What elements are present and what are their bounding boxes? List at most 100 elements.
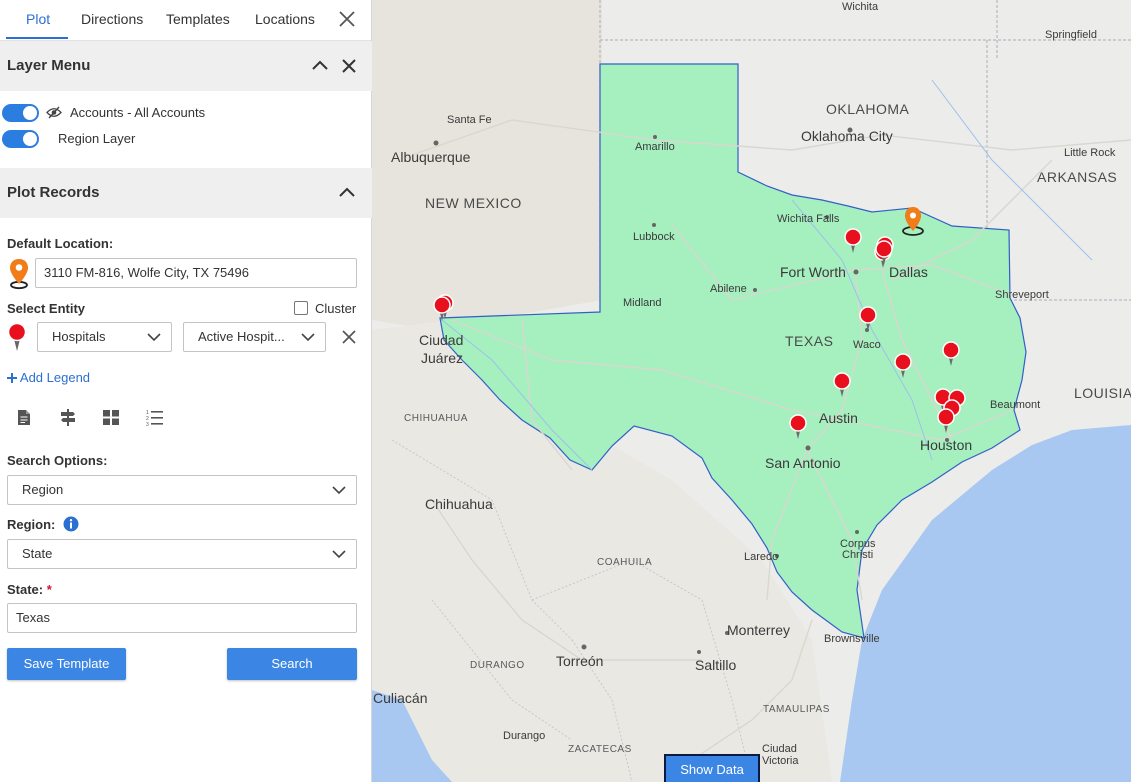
map-label-oklahoma-city: Oklahoma City [801, 128, 893, 144]
map-label-new-mexico: NEW MEXICO [425, 195, 522, 211]
list-icon[interactable]: 1 2 3 [146, 409, 163, 426]
layer-toggle-accounts[interactable] [2, 104, 39, 122]
signpost-icon[interactable] [60, 409, 76, 426]
map-label-christi: Christi [842, 549, 874, 561]
map-label-laredo: Laredo [744, 551, 779, 563]
add-legend-link[interactable]: Add Legend [7, 370, 90, 385]
region-select-value: State [22, 546, 53, 561]
map-label-midland: Midland [623, 297, 662, 309]
entity-select[interactable]: Hospitals [37, 322, 172, 352]
search-options-select[interactable]: Region [7, 475, 357, 505]
map-label-springfield: Springfield [1045, 29, 1097, 41]
map-label-oklahoma: OKLAHOMA [826, 101, 910, 117]
map-label-torreon: Torreón [556, 653, 604, 669]
map-label-culiacan: Culiacán [373, 690, 428, 706]
plot-records-title: Plot Records [7, 184, 100, 201]
chevron-down-icon [301, 333, 315, 342]
map-label-san-antonio: San Antonio [765, 455, 841, 471]
map-label-coahuila: COAHUILA [597, 557, 653, 568]
map-label-waco: Waco [853, 339, 881, 351]
map-label-beaumont: Beaumont [990, 399, 1041, 411]
required-mark: * [46, 582, 52, 597]
map-label-arkansas: ARKANSAS [1037, 169, 1118, 185]
active-tab-indicator [6, 37, 68, 39]
map-label-wichita-falls: Wichita Falls [777, 213, 840, 225]
chevron-up-icon[interactable] [338, 186, 356, 198]
side-panel: Plot Directions Templates Locations Laye… [0, 0, 372, 782]
document-icon[interactable] [17, 409, 31, 426]
save-template-button[interactable]: Save Template [7, 648, 126, 680]
close-icon[interactable] [342, 59, 356, 73]
map-label-durango-region: DURANGO [470, 660, 525, 671]
map-label-wichita: Wichita [842, 1, 879, 13]
default-location-label: Default Location: [7, 236, 114, 251]
default-location-input[interactable]: 3110 FM-816, Wolfe City, TX 75496 [35, 258, 357, 288]
map-label-little-rock: Little Rock [1064, 147, 1116, 159]
map-label-tamaulipas: TAMAULIPAS [763, 704, 830, 715]
select-entity-label: Select Entity [7, 301, 86, 316]
location-pin-icon [10, 259, 28, 290]
region-label: Region: [7, 517, 56, 532]
plus-icon [7, 373, 17, 383]
layer-menu-title: Layer Menu [7, 57, 91, 74]
map-label-dallas: Dallas [889, 264, 928, 280]
info-icon[interactable] [63, 516, 79, 532]
cluster-checkbox[interactable] [294, 301, 308, 315]
region-select[interactable]: State [7, 539, 357, 569]
state-label: State: * [7, 582, 52, 597]
eye-slash-icon[interactable] [46, 106, 62, 119]
tab-templates[interactable]: Templates [166, 11, 230, 27]
map-label-amarillo: Amarillo [635, 141, 675, 153]
map-label-durango: Durango [503, 730, 546, 742]
map-label-ciudad: Ciudad [419, 332, 464, 348]
map-label-chihuahua-region: CHIHUAHUA [404, 413, 468, 424]
cluster-label: Cluster [315, 301, 357, 316]
filter-select-value: Active Hospit... [198, 329, 285, 344]
layer-label-region: Region Layer [58, 131, 136, 146]
map-label-abilene: Abilene [710, 283, 747, 295]
map-label-texas: TEXAS [785, 333, 834, 349]
map-label-ciudad-victoria: Ciudad [762, 743, 797, 755]
layer-menu-header: Layer Menu [0, 41, 372, 91]
chevron-down-icon [147, 333, 161, 342]
map-label-shreveport: Shreveport [995, 289, 1049, 301]
map-label-chihuahua: Chihuahua [425, 496, 493, 512]
add-legend-label: Add Legend [19, 370, 91, 385]
close-icon[interactable] [339, 11, 355, 27]
map-label-brownsville: Brownsville [824, 633, 880, 645]
state-label-text: State: [7, 582, 44, 597]
map-view[interactable]: Wichita Springfield OKLAHOMA Oklahoma Ci… [372, 0, 1131, 782]
tab-locations[interactable]: Locations [255, 11, 315, 27]
map-label-houston: Houston [920, 437, 973, 453]
chevron-down-icon [332, 550, 346, 559]
filter-select[interactable]: Active Hospit... [183, 322, 326, 352]
map-label-albuquerque: Albuquerque [391, 149, 471, 165]
search-options-label: Search Options: [7, 453, 108, 468]
grid-icon[interactable] [103, 410, 119, 425]
map-label-zacatecas: ZACATECAS [568, 744, 632, 755]
map-label-saltillo: Saltillo [695, 657, 737, 673]
remove-entity-close-icon[interactable] [342, 330, 356, 344]
map-label-monterrey: Monterrey [727, 622, 791, 638]
svg-text:3: 3 [146, 422, 149, 426]
map-label-victoria: Victoria [762, 755, 799, 767]
chevron-down-icon [332, 486, 346, 495]
map-label-santa-fe: Santa Fe [447, 114, 492, 126]
map-label-austin: Austin [819, 410, 858, 426]
tab-directions[interactable]: Directions [81, 11, 143, 27]
layer-toggle-region[interactable] [2, 130, 39, 148]
map-label-lubbock: Lubbock [633, 231, 675, 243]
search-options-value: Region [22, 482, 64, 497]
tab-bar: Plot Directions Templates Locations [0, 0, 371, 41]
show-data-button[interactable]: Show Data [664, 754, 760, 782]
entity-select-value: Hospitals [52, 329, 106, 344]
map-label-fort-worth: Fort Worth [780, 264, 846, 280]
layer-label-accounts: Accounts - All Accounts [70, 105, 206, 120]
state-input[interactable]: Texas [7, 603, 357, 633]
plot-records-header: Plot Records [0, 168, 372, 218]
chevron-up-icon[interactable] [311, 59, 329, 71]
hospital-marker-icon [7, 322, 27, 351]
map-label-louisiana: LOUISIA [1074, 385, 1131, 401]
tab-plot[interactable]: Plot [26, 11, 50, 27]
search-button[interactable]: Search [227, 648, 357, 680]
